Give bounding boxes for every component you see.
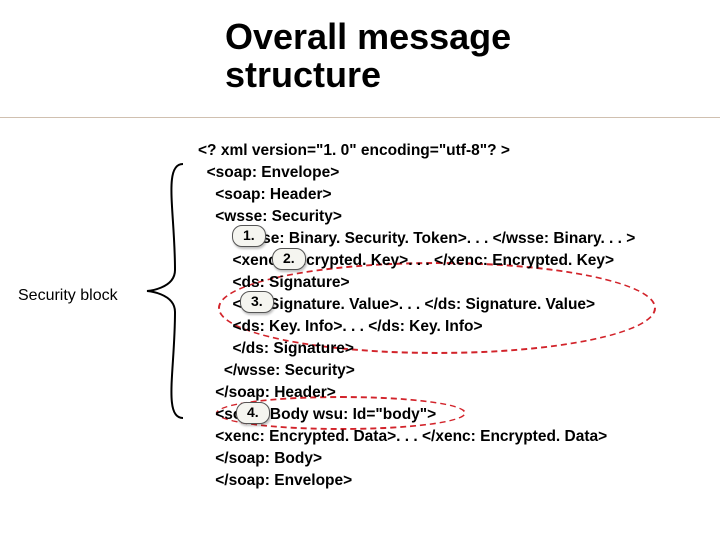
callout-badge-2: 2. bbox=[272, 248, 306, 270]
code-line: <wsse: Security> bbox=[198, 208, 342, 225]
code-line: <ds: Key. Info>. . . </ds: Key. Info> bbox=[198, 318, 483, 335]
code-line: <soap: Body wsu: Id="body"> bbox=[198, 406, 436, 423]
code-line: <ds: Signature> bbox=[198, 274, 350, 291]
code-line: <xenc: Encrypted. Data>. . . </xenc: Enc… bbox=[198, 428, 607, 445]
curly-brace-icon bbox=[141, 162, 189, 420]
code-line: </wsse: Security> bbox=[198, 362, 355, 379]
code-line: </soap: Body> bbox=[198, 450, 322, 467]
code-line: <xenc: Encrypted. Key>. . . </xenc: Encr… bbox=[198, 252, 614, 269]
callout-badge-1: 1. bbox=[232, 225, 266, 247]
xml-listing: <? xml version="1. 0" encoding="utf-8"? … bbox=[198, 140, 635, 492]
code-line: <soap: Envelope> bbox=[198, 164, 339, 181]
title-line-2: structure bbox=[225, 54, 381, 95]
security-block-label: Security block bbox=[18, 287, 118, 305]
title-underline bbox=[0, 117, 720, 118]
callout-badge-3: 3. bbox=[240, 291, 274, 313]
code-line: </soap: Envelope> bbox=[198, 472, 352, 489]
callout-badge-4: 4. bbox=[236, 402, 270, 424]
code-line: </ds: Signature> bbox=[198, 340, 354, 357]
code-line: </soap: Header> bbox=[198, 384, 336, 401]
code-line: <soap: Header> bbox=[198, 186, 332, 203]
title-line-1: Overall message bbox=[225, 16, 511, 57]
code-line: <? xml version="1. 0" encoding="utf-8"? … bbox=[198, 142, 510, 159]
slide-title: Overall message structure bbox=[225, 18, 511, 94]
